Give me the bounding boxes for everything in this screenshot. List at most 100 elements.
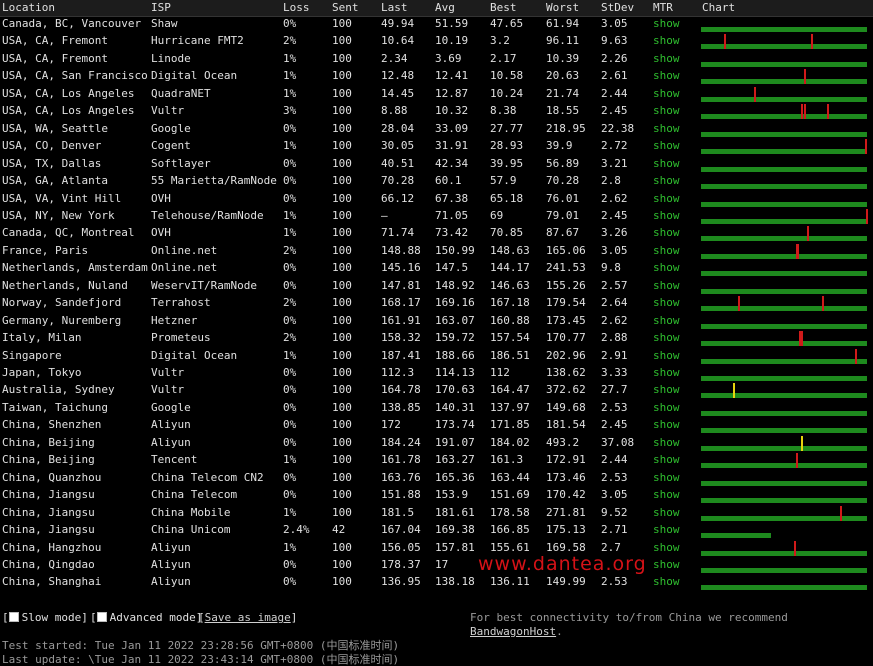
cell-stdev: 2.64 xyxy=(601,296,628,310)
cell-avg: 12.87 xyxy=(435,86,469,100)
mtr-show-link[interactable]: show xyxy=(653,347,680,364)
mtr-show-link[interactable]: show xyxy=(653,329,680,346)
mtr-show-link[interactable]: show xyxy=(653,155,680,172)
cell-worst: 155.26 xyxy=(546,278,586,292)
mtr-show-link[interactable]: show xyxy=(653,451,680,468)
mtr-show-link[interactable]: show xyxy=(653,381,680,398)
mtr-show-link[interactable]: show xyxy=(653,364,680,381)
table-row: Japan, Tokyo Vultr 0% 100 112.3 114.13 112 138.… xyxy=(0,365,873,382)
cell-last: 138.85 xyxy=(381,400,421,414)
cell-worst: 10.39 xyxy=(546,51,580,65)
chart-spike xyxy=(810,34,813,50)
mtr-show-link[interactable]: show xyxy=(653,539,680,556)
mtr-show-link[interactable]: show xyxy=(653,399,680,416)
table-row: Singapore Digital Ocean 1% 100 187.41 188.66 1… xyxy=(0,348,873,365)
slow-mode-checkbox[interactable] xyxy=(8,612,19,622)
mtr-show-link[interactable]: show xyxy=(653,207,680,224)
cell-best: 137.97 xyxy=(490,400,530,414)
cell-stdev: 9.52 xyxy=(601,505,628,519)
cell-best: 70.85 xyxy=(490,226,524,240)
cell-isp: Aliyun xyxy=(151,540,191,554)
cell-best: 151.69 xyxy=(490,488,530,502)
save-as-image-link[interactable]: Save as image xyxy=(205,611,291,624)
cell-location: Taiwan, Taichung xyxy=(2,400,108,414)
cell-location: China, Hangzhou xyxy=(2,540,102,554)
cell-isp: China Unicom xyxy=(151,523,231,537)
mtr-show-link[interactable]: show xyxy=(653,416,680,433)
mtr-show-link[interactable]: show xyxy=(653,277,680,294)
mtr-show-link[interactable]: show xyxy=(653,521,680,538)
mtr-show-link[interactable]: show xyxy=(653,15,680,32)
cell-last: 163.76 xyxy=(381,470,421,484)
mtr-show-link[interactable]: show xyxy=(653,242,680,259)
bandwagonhost-link[interactable]: BandwagonHost xyxy=(470,625,556,638)
mtr-show-link[interactable]: show xyxy=(653,120,680,137)
cell-location: USA, VA, Vint Hill xyxy=(2,191,122,205)
cell-isp: Linode xyxy=(151,51,191,65)
chart-spike xyxy=(803,69,806,85)
cell-avg: 10.32 xyxy=(435,104,469,118)
cell-sent: 100 xyxy=(332,243,352,257)
mtr-show-link[interactable]: show xyxy=(653,102,680,119)
cell-stdev: 27.7 xyxy=(601,383,628,397)
cell-best: 171.85 xyxy=(490,418,530,432)
cell-location: China, Jiangsu xyxy=(2,505,95,519)
cell-loss: 1% xyxy=(283,208,297,222)
recommend-text: For best connectivity to/from China we r… xyxy=(470,611,788,624)
cell-worst: 76.01 xyxy=(546,191,580,205)
header-worst: Worst xyxy=(546,1,580,14)
mtr-show-link[interactable]: show xyxy=(653,312,680,329)
cell-worst: 56.89 xyxy=(546,156,580,170)
chart-spike xyxy=(800,104,803,120)
cell-location: Canada, BC, Vancouver xyxy=(2,17,142,30)
latency-chart-bar xyxy=(701,445,867,451)
latency-chart-bar xyxy=(701,358,867,364)
cell-isp: Vultr xyxy=(151,104,185,118)
save-as-image[interactable]: [Save as image] xyxy=(198,611,297,625)
mtr-show-link[interactable]: show xyxy=(653,224,680,241)
cell-last: 156.05 xyxy=(381,540,421,554)
cell-worst: 181.54 xyxy=(546,418,586,432)
table-row: France, Paris Online.net 2% 100 148.88 150.99… xyxy=(0,243,873,260)
cell-isp: Cogent xyxy=(151,139,191,153)
advanced-mode-toggle[interactable]: [Advanced mode] xyxy=(90,611,202,625)
table-row: USA, GA, Atlanta 55 Marietta/RamNode 0% 100… xyxy=(0,173,873,190)
cell-sent: 42 xyxy=(332,523,346,537)
mtr-show-link[interactable]: show xyxy=(653,172,680,189)
mtr-show-link[interactable]: show xyxy=(653,190,680,207)
mtr-show-link[interactable]: show xyxy=(653,85,680,102)
cell-last: 172 xyxy=(381,418,401,432)
mtr-show-link[interactable]: show xyxy=(653,67,680,84)
cell-loss: 2% xyxy=(283,331,297,345)
mtr-show-link[interactable]: show xyxy=(653,469,680,486)
latency-chart-bar xyxy=(701,585,867,591)
header-mtr: MTR xyxy=(653,1,673,14)
mtr-show-link[interactable]: show xyxy=(653,259,680,276)
chart-spike xyxy=(822,296,825,312)
cell-stdev: 2.62 xyxy=(601,313,628,327)
mtr-show-link[interactable]: show xyxy=(653,50,680,67)
mtr-show-link[interactable]: show xyxy=(653,504,680,521)
table-row: Taiwan, Taichung Google 0% 100 138.85 140.31 1… xyxy=(0,400,873,417)
mtr-show-link[interactable]: show xyxy=(653,434,680,451)
cell-best: 167.18 xyxy=(490,296,530,310)
cell-location: USA, CA, Fremont xyxy=(2,34,108,48)
mtr-show-link[interactable]: show xyxy=(653,32,680,49)
cell-best: 148.63 xyxy=(490,243,530,257)
cell-loss: 0% xyxy=(283,400,297,414)
latency-chart-bar xyxy=(701,533,771,539)
mtr-show-link[interactable]: show xyxy=(653,556,680,573)
cell-loss: 1% xyxy=(283,226,297,240)
mtr-show-link[interactable]: show xyxy=(653,486,680,503)
slow-mode-toggle[interactable]: [Slow mode] xyxy=(2,611,88,625)
latency-chart-bar xyxy=(701,184,867,190)
table-row: Netherlands, Nuland WeservIT/RamNode 0% 100… xyxy=(0,278,873,295)
mtr-show-link[interactable]: show xyxy=(653,573,680,590)
mtr-show-link[interactable]: show xyxy=(653,294,680,311)
cell-best: 136.11 xyxy=(490,575,530,589)
latency-chart-bar xyxy=(701,410,867,416)
mtr-show-link[interactable]: show xyxy=(653,137,680,154)
cell-location: Singapore xyxy=(2,348,62,362)
advanced-mode-checkbox[interactable] xyxy=(96,612,107,622)
cell-sent: 100 xyxy=(332,226,352,240)
